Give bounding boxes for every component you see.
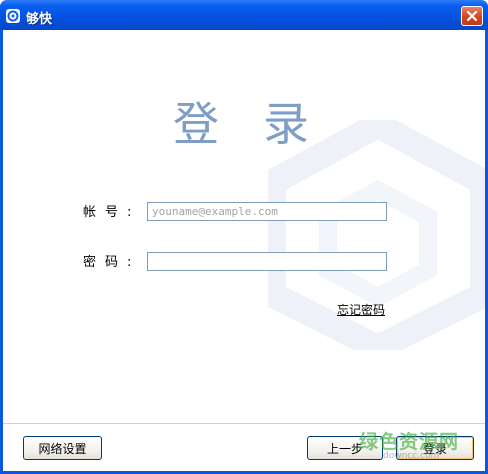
site-watermark-url: downcc.com (383, 451, 440, 461)
app-logo-icon (6, 9, 20, 23)
login-heading: 登录 (173, 97, 353, 151)
dialog-body: 登录 帐号: 密码: 忘记密码 网络设置 上一步 登录 绿色资源网 downcc… (3, 30, 485, 471)
title-bar[interactable]: 够快 (0, 0, 488, 30)
forgot-password-link[interactable]: 忘记密码 (337, 301, 385, 318)
password-label: 密码: (83, 255, 141, 270)
footer-divider (3, 423, 485, 424)
window-title: 够快 (26, 12, 53, 27)
account-input[interactable] (147, 202, 387, 221)
account-label: 帐号: (83, 205, 141, 220)
password-input[interactable] (147, 252, 387, 271)
close-button[interactable] (461, 6, 483, 26)
network-settings-button[interactable]: 网络设置 (23, 436, 102, 460)
site-watermark-text: 绿色资源网 (359, 431, 460, 453)
close-x-icon (466, 10, 478, 22)
login-window: 够快 登录 帐号: 密码: 忘记密码 网络设置 上一步 登录 绿色资源网 dow… (0, 0, 488, 474)
